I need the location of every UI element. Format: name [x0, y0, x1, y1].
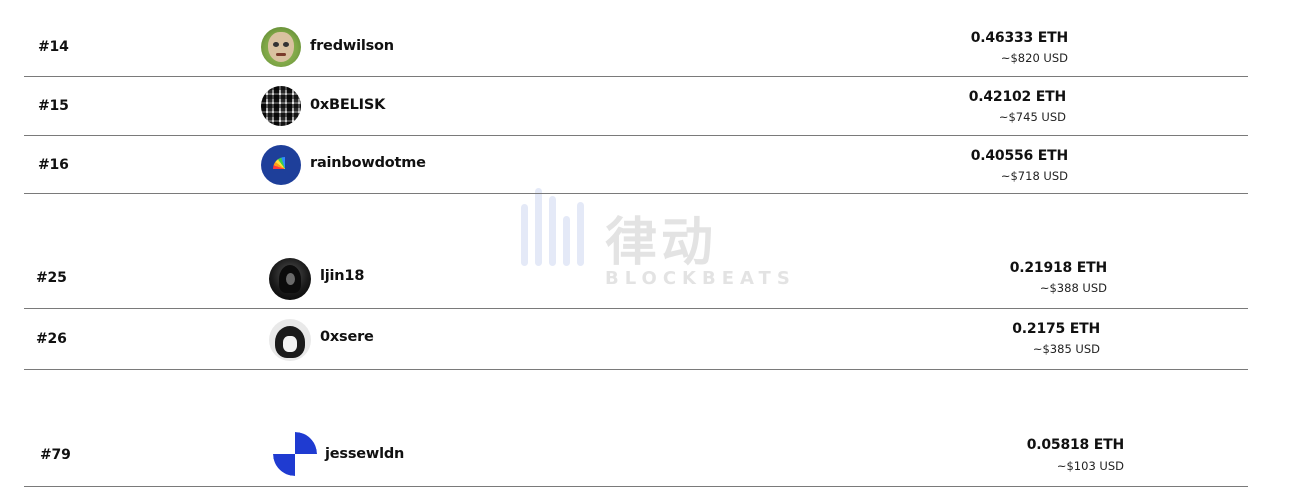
eth-amount: 0.21918 ETH [1009, 260, 1107, 276]
usd-amount: ~$745 USD [998, 110, 1066, 124]
username-link[interactable]: 0xsere [320, 329, 374, 345]
rank-label: #14 [38, 39, 69, 55]
rank-label: #26 [36, 331, 67, 347]
blue-quadrant-avatar-icon[interactable] [273, 432, 317, 476]
eth-amount: 0.05818 ETH [1026, 437, 1124, 453]
username-link[interactable]: ljin18 [320, 268, 364, 284]
leaderboard-group-2: #25 ljin18 0.21918 ETH ~$388 USD #26 0xs… [24, 248, 1248, 370]
anime-avatar-icon[interactable] [269, 319, 311, 361]
rank-label: #15 [38, 98, 69, 114]
table-row[interactable]: #79 jessewldn 0.05818 ETH ~$103 USD [24, 425, 1248, 487]
cartoon-face-avatar-icon[interactable] [261, 27, 301, 67]
username-link[interactable]: 0xBELISK [310, 97, 385, 113]
leaderboard-group-3: #79 jessewldn 0.05818 ETH ~$103 USD [24, 425, 1248, 487]
table-row[interactable]: #25 ljin18 0.21918 ETH ~$388 USD [24, 248, 1248, 309]
table-row[interactable]: #26 0xsere 0.2175 ETH ~$385 USD [24, 309, 1248, 370]
eth-amount: 0.42102 ETH [968, 89, 1066, 105]
usd-amount: ~$103 USD [1056, 459, 1124, 473]
rank-label: #16 [38, 157, 69, 173]
username-link[interactable]: rainbowdotme [310, 155, 426, 171]
usd-amount: ~$385 USD [1032, 342, 1100, 356]
portrait-avatar-icon[interactable] [269, 258, 311, 300]
rank-label: #79 [40, 447, 71, 463]
usd-amount: ~$718 USD [1000, 169, 1068, 183]
username-link[interactable]: jessewldn [325, 446, 404, 462]
eth-amount: 0.46333 ETH [970, 30, 1068, 46]
rank-label: #25 [36, 270, 67, 286]
eth-amount: 0.40556 ETH [970, 148, 1068, 164]
table-row[interactable]: #14 fredwilson 0.46333 ETH ~$820 USD [24, 18, 1248, 77]
grid-pattern-avatar-icon[interactable] [261, 86, 301, 126]
eth-amount: 0.2175 ETH [1012, 321, 1100, 337]
table-row[interactable]: #15 0xBELISK 0.42102 ETH ~$745 USD [24, 77, 1248, 136]
username-link[interactable]: fredwilson [310, 38, 394, 54]
table-row[interactable]: #16 rainbowdotme 0.40556 ETH ~$718 USD [24, 136, 1248, 194]
rainbow-avatar-icon[interactable] [261, 145, 301, 185]
usd-amount: ~$388 USD [1039, 281, 1107, 295]
leaderboard-group-1: #14 fredwilson 0.46333 ETH ~$820 USD #15… [24, 18, 1248, 194]
usd-amount: ~$820 USD [1000, 51, 1068, 65]
